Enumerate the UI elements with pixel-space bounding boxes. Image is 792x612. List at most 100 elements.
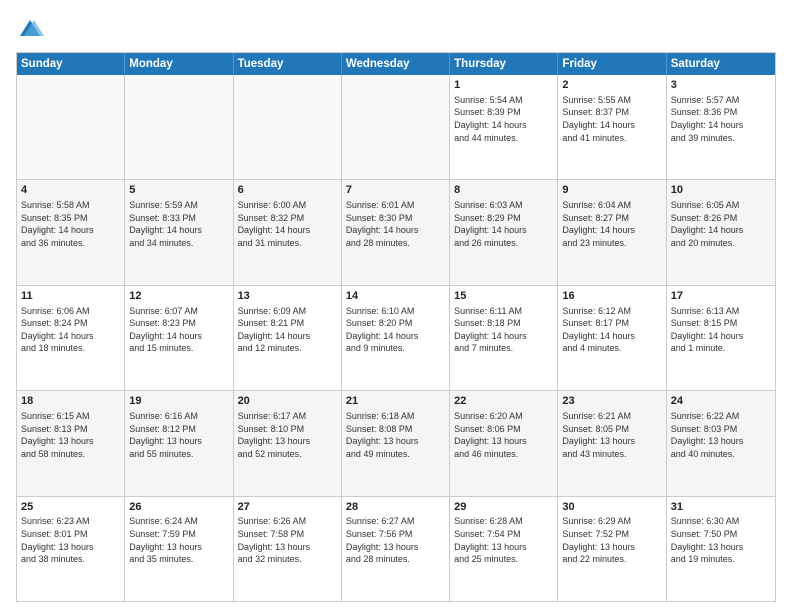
day-number: 15 <box>454 289 553 304</box>
calendar-cell: 3Sunrise: 5:57 AM Sunset: 8:36 PM Daylig… <box>667 75 775 179</box>
calendar-cell: 8Sunrise: 6:03 AM Sunset: 8:29 PM Daylig… <box>450 180 558 284</box>
calendar-cell: 1Sunrise: 5:54 AM Sunset: 8:39 PM Daylig… <box>450 75 558 179</box>
header-day-friday: Friday <box>558 53 666 75</box>
day-number: 2 <box>562 78 661 93</box>
day-info: Sunrise: 6:23 AM Sunset: 8:01 PM Dayligh… <box>21 515 120 565</box>
day-info: Sunrise: 6:07 AM Sunset: 8:23 PM Dayligh… <box>129 305 228 355</box>
day-info: Sunrise: 6:27 AM Sunset: 7:56 PM Dayligh… <box>346 515 445 565</box>
calendar: SundayMondayTuesdayWednesdayThursdayFrid… <box>16 52 776 602</box>
logo <box>16 16 48 44</box>
day-number: 28 <box>346 500 445 515</box>
calendar-cell: 31Sunrise: 6:30 AM Sunset: 7:50 PM Dayli… <box>667 497 775 601</box>
header-day-saturday: Saturday <box>667 53 775 75</box>
day-info: Sunrise: 6:10 AM Sunset: 8:20 PM Dayligh… <box>346 305 445 355</box>
calendar-cell: 22Sunrise: 6:20 AM Sunset: 8:06 PM Dayli… <box>450 391 558 495</box>
day-info: Sunrise: 6:12 AM Sunset: 8:17 PM Dayligh… <box>562 305 661 355</box>
day-info: Sunrise: 6:21 AM Sunset: 8:05 PM Dayligh… <box>562 410 661 460</box>
calendar-cell: 5Sunrise: 5:59 AM Sunset: 8:33 PM Daylig… <box>125 180 233 284</box>
calendar-cell: 29Sunrise: 6:28 AM Sunset: 7:54 PM Dayli… <box>450 497 558 601</box>
day-info: Sunrise: 5:59 AM Sunset: 8:33 PM Dayligh… <box>129 199 228 249</box>
calendar-cell: 27Sunrise: 6:26 AM Sunset: 7:58 PM Dayli… <box>234 497 342 601</box>
day-number: 22 <box>454 394 553 409</box>
header-day-tuesday: Tuesday <box>234 53 342 75</box>
calendar-cell: 20Sunrise: 6:17 AM Sunset: 8:10 PM Dayli… <box>234 391 342 495</box>
day-info: Sunrise: 6:18 AM Sunset: 8:08 PM Dayligh… <box>346 410 445 460</box>
calendar-cell: 18Sunrise: 6:15 AM Sunset: 8:13 PM Dayli… <box>17 391 125 495</box>
day-info: Sunrise: 6:28 AM Sunset: 7:54 PM Dayligh… <box>454 515 553 565</box>
day-number: 26 <box>129 500 228 515</box>
calendar-cell: 10Sunrise: 6:05 AM Sunset: 8:26 PM Dayli… <box>667 180 775 284</box>
calendar-row-3: 18Sunrise: 6:15 AM Sunset: 8:13 PM Dayli… <box>17 391 775 496</box>
calendar-cell: 14Sunrise: 6:10 AM Sunset: 8:20 PM Dayli… <box>342 286 450 390</box>
calendar-cell: 15Sunrise: 6:11 AM Sunset: 8:18 PM Dayli… <box>450 286 558 390</box>
calendar-row-4: 25Sunrise: 6:23 AM Sunset: 8:01 PM Dayli… <box>17 497 775 601</box>
calendar-row-2: 11Sunrise: 6:06 AM Sunset: 8:24 PM Dayli… <box>17 286 775 391</box>
header-day-monday: Monday <box>125 53 233 75</box>
day-info: Sunrise: 6:11 AM Sunset: 8:18 PM Dayligh… <box>454 305 553 355</box>
header-day-thursday: Thursday <box>450 53 558 75</box>
day-info: Sunrise: 6:17 AM Sunset: 8:10 PM Dayligh… <box>238 410 337 460</box>
day-info: Sunrise: 5:55 AM Sunset: 8:37 PM Dayligh… <box>562 94 661 144</box>
day-number: 4 <box>21 183 120 198</box>
day-info: Sunrise: 6:24 AM Sunset: 7:59 PM Dayligh… <box>129 515 228 565</box>
calendar-cell: 19Sunrise: 6:16 AM Sunset: 8:12 PM Dayli… <box>125 391 233 495</box>
calendar-cell <box>125 75 233 179</box>
header-day-wednesday: Wednesday <box>342 53 450 75</box>
calendar-row-1: 4Sunrise: 5:58 AM Sunset: 8:35 PM Daylig… <box>17 180 775 285</box>
day-number: 7 <box>346 183 445 198</box>
calendar-cell: 11Sunrise: 6:06 AM Sunset: 8:24 PM Dayli… <box>17 286 125 390</box>
calendar-cell <box>234 75 342 179</box>
calendar-cell: 12Sunrise: 6:07 AM Sunset: 8:23 PM Dayli… <box>125 286 233 390</box>
day-number: 23 <box>562 394 661 409</box>
day-number: 25 <box>21 500 120 515</box>
calendar-header: SundayMondayTuesdayWednesdayThursdayFrid… <box>17 53 775 75</box>
day-info: Sunrise: 6:01 AM Sunset: 8:30 PM Dayligh… <box>346 199 445 249</box>
calendar-cell: 26Sunrise: 6:24 AM Sunset: 7:59 PM Dayli… <box>125 497 233 601</box>
day-info: Sunrise: 6:06 AM Sunset: 8:24 PM Dayligh… <box>21 305 120 355</box>
calendar-body: 1Sunrise: 5:54 AM Sunset: 8:39 PM Daylig… <box>17 75 775 601</box>
logo-icon <box>16 16 44 44</box>
day-number: 10 <box>671 183 771 198</box>
day-info: Sunrise: 6:05 AM Sunset: 8:26 PM Dayligh… <box>671 199 771 249</box>
day-number: 3 <box>671 78 771 93</box>
calendar-cell: 17Sunrise: 6:13 AM Sunset: 8:15 PM Dayli… <box>667 286 775 390</box>
calendar-cell: 6Sunrise: 6:00 AM Sunset: 8:32 PM Daylig… <box>234 180 342 284</box>
day-number: 21 <box>346 394 445 409</box>
day-info: Sunrise: 5:58 AM Sunset: 8:35 PM Dayligh… <box>21 199 120 249</box>
day-info: Sunrise: 6:09 AM Sunset: 8:21 PM Dayligh… <box>238 305 337 355</box>
calendar-cell <box>342 75 450 179</box>
header <box>16 16 776 44</box>
calendar-cell: 30Sunrise: 6:29 AM Sunset: 7:52 PM Dayli… <box>558 497 666 601</box>
day-number: 31 <box>671 500 771 515</box>
day-number: 1 <box>454 78 553 93</box>
day-number: 11 <box>21 289 120 304</box>
day-info: Sunrise: 6:26 AM Sunset: 7:58 PM Dayligh… <box>238 515 337 565</box>
calendar-cell: 7Sunrise: 6:01 AM Sunset: 8:30 PM Daylig… <box>342 180 450 284</box>
calendar-cell: 16Sunrise: 6:12 AM Sunset: 8:17 PM Dayli… <box>558 286 666 390</box>
day-number: 6 <box>238 183 337 198</box>
calendar-cell: 4Sunrise: 5:58 AM Sunset: 8:35 PM Daylig… <box>17 180 125 284</box>
calendar-cell: 24Sunrise: 6:22 AM Sunset: 8:03 PM Dayli… <box>667 391 775 495</box>
calendar-cell: 25Sunrise: 6:23 AM Sunset: 8:01 PM Dayli… <box>17 497 125 601</box>
day-info: Sunrise: 5:54 AM Sunset: 8:39 PM Dayligh… <box>454 94 553 144</box>
calendar-cell: 23Sunrise: 6:21 AM Sunset: 8:05 PM Dayli… <box>558 391 666 495</box>
day-number: 12 <box>129 289 228 304</box>
day-number: 19 <box>129 394 228 409</box>
day-number: 29 <box>454 500 553 515</box>
day-info: Sunrise: 6:03 AM Sunset: 8:29 PM Dayligh… <box>454 199 553 249</box>
day-info: Sunrise: 6:15 AM Sunset: 8:13 PM Dayligh… <box>21 410 120 460</box>
header-day-sunday: Sunday <box>17 53 125 75</box>
page: SundayMondayTuesdayWednesdayThursdayFrid… <box>0 0 792 612</box>
calendar-cell: 21Sunrise: 6:18 AM Sunset: 8:08 PM Dayli… <box>342 391 450 495</box>
day-info: Sunrise: 6:20 AM Sunset: 8:06 PM Dayligh… <box>454 410 553 460</box>
day-info: Sunrise: 6:00 AM Sunset: 8:32 PM Dayligh… <box>238 199 337 249</box>
calendar-cell <box>17 75 125 179</box>
day-info: Sunrise: 6:04 AM Sunset: 8:27 PM Dayligh… <box>562 199 661 249</box>
day-number: 13 <box>238 289 337 304</box>
day-number: 17 <box>671 289 771 304</box>
day-number: 20 <box>238 394 337 409</box>
day-number: 27 <box>238 500 337 515</box>
day-number: 8 <box>454 183 553 198</box>
day-info: Sunrise: 6:13 AM Sunset: 8:15 PM Dayligh… <box>671 305 771 355</box>
calendar-cell: 2Sunrise: 5:55 AM Sunset: 8:37 PM Daylig… <box>558 75 666 179</box>
